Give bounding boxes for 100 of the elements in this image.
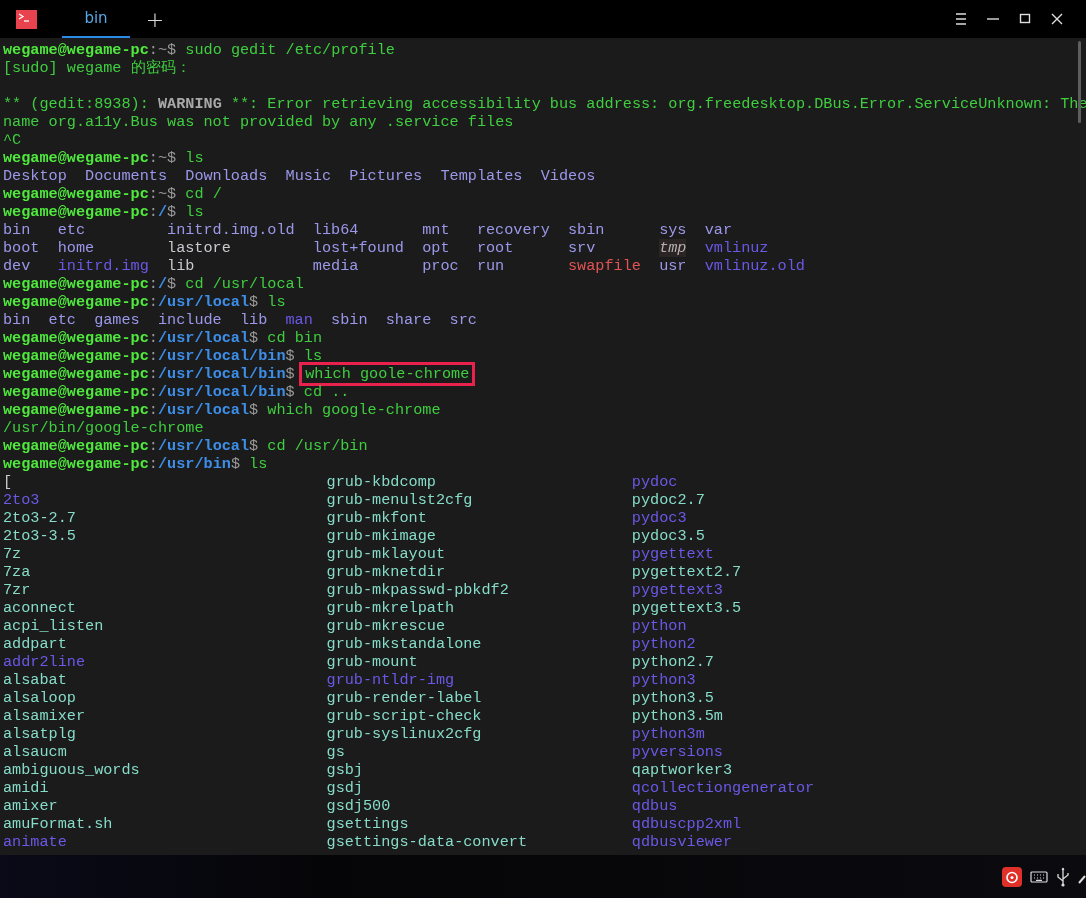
command-text: cd .. bbox=[303, 383, 350, 401]
file-name: [ bbox=[3, 473, 13, 491]
prompt-user: wegame@wegame-pc bbox=[3, 329, 149, 347]
keyboard-icon[interactable] bbox=[1030, 869, 1048, 884]
file-name: lib bbox=[167, 257, 195, 275]
directory-name: boot bbox=[3, 239, 40, 257]
file-name: addpart bbox=[3, 635, 67, 653]
command-text: ls bbox=[249, 455, 268, 473]
prompt-user: wegame@wegame-pc bbox=[3, 185, 149, 203]
directory-name: initrd.img.old bbox=[167, 221, 295, 239]
file-name: amidi bbox=[3, 779, 49, 797]
prompt-user: wegame@wegame-pc bbox=[3, 203, 149, 221]
link-name: pygettext3 bbox=[631, 581, 723, 599]
file-name: grub-mount bbox=[326, 653, 418, 671]
file-name: aconnect bbox=[3, 599, 76, 617]
file-name: qaptworker3 bbox=[631, 761, 733, 779]
prompt-path: /usr/local bbox=[157, 293, 250, 311]
file-name: lastore bbox=[167, 239, 231, 257]
directory-name: lib bbox=[239, 311, 268, 329]
directory-name: bin bbox=[3, 311, 31, 329]
directory-name: opt bbox=[422, 239, 450, 257]
link-name: qdbus bbox=[631, 797, 678, 815]
file-name: gsdj bbox=[326, 779, 363, 797]
directory-name: Pictures bbox=[349, 167, 423, 185]
prompt-separator: : bbox=[148, 365, 158, 383]
prompt-separator: $ bbox=[285, 347, 295, 365]
prompt-user: wegame@wegame-pc bbox=[3, 383, 149, 401]
output-text: ** (gedit:8938): bbox=[3, 95, 150, 113]
prompt-path: ~ bbox=[157, 149, 168, 167]
file-name: grub-mkrelpath bbox=[326, 599, 455, 617]
link-name: man bbox=[285, 311, 313, 329]
link-name: grub-ntldr-img bbox=[326, 671, 455, 689]
file-name: grub-mknetdir bbox=[326, 563, 445, 581]
directory-name: media bbox=[312, 257, 359, 275]
file-name: alsaloop bbox=[3, 689, 76, 707]
music-app-icon[interactable] bbox=[1002, 866, 1022, 887]
file-name: gsettings-data-convert bbox=[326, 833, 528, 851]
file-name: 7za bbox=[3, 563, 31, 581]
prompt-user: wegame@wegame-pc bbox=[3, 347, 149, 365]
link-name: qcollectiongenerator bbox=[631, 779, 815, 797]
link-name: python2 bbox=[631, 635, 696, 653]
directory-name: Music bbox=[285, 167, 332, 185]
directory-name: etc bbox=[48, 311, 76, 329]
file-name: grub-script-check bbox=[326, 707, 482, 725]
command-text: cd /usr/bin bbox=[267, 437, 368, 455]
file-name: pydoc3.5 bbox=[631, 527, 705, 545]
command-text: ls bbox=[185, 149, 204, 167]
directory-name: etc bbox=[57, 221, 85, 239]
command-text: cd bin bbox=[267, 329, 322, 347]
link-name: addr2line bbox=[3, 653, 86, 671]
directory-name: var bbox=[704, 221, 733, 239]
file-name: python3.5m bbox=[631, 707, 723, 725]
prompt-separator: $ bbox=[167, 41, 177, 59]
directory-name: sbin bbox=[568, 221, 605, 239]
prompt-separator: $ bbox=[249, 329, 259, 347]
directory-name: lib64 bbox=[312, 221, 359, 239]
prompt-separator: $ bbox=[285, 365, 295, 383]
directory-name: proc bbox=[422, 257, 459, 275]
directory-name: Documents bbox=[85, 167, 168, 185]
directory-name: lost+found bbox=[312, 239, 404, 257]
directory-name: Downloads bbox=[185, 167, 268, 185]
file-name: gsdj500 bbox=[326, 797, 391, 815]
new-tab-button[interactable]: + bbox=[130, 0, 180, 38]
file-name: 7zr bbox=[3, 581, 31, 599]
prompt-path: /usr/bin bbox=[157, 455, 231, 473]
directory-name: srv bbox=[568, 239, 596, 257]
link-name: initrd.img bbox=[57, 257, 149, 275]
prompt-separator: : bbox=[148, 203, 158, 221]
directory-name: Desktop bbox=[3, 167, 67, 185]
prompt-separator: : bbox=[148, 455, 158, 473]
prompt-separator: : bbox=[148, 185, 158, 203]
link-name: pydoc bbox=[631, 473, 678, 491]
file-name: alsaucm bbox=[3, 743, 67, 761]
directory-name: usr bbox=[659, 257, 687, 275]
prompt-separator: $ bbox=[167, 185, 177, 203]
directory-name: share bbox=[385, 311, 432, 329]
file-name: amixer bbox=[3, 797, 58, 815]
prompt-path: /usr/local/bin bbox=[157, 347, 286, 365]
file-name: gsbj bbox=[326, 761, 363, 779]
directory-name: mnt bbox=[422, 221, 450, 239]
prompt-separator: $ bbox=[285, 383, 295, 401]
prompt-path: /usr/local bbox=[157, 437, 250, 455]
prompt-user: wegame@wegame-pc bbox=[3, 437, 149, 455]
link-name: qdbuscpp2xml bbox=[631, 815, 742, 833]
directory-name: include bbox=[157, 311, 222, 329]
prompt-separator: $ bbox=[249, 437, 259, 455]
command-text: ls bbox=[267, 293, 286, 311]
link-name: pygettext bbox=[631, 545, 714, 563]
prompt-path: /usr/local bbox=[157, 329, 250, 347]
link-name: pyversions bbox=[631, 743, 723, 761]
directory-name: sbin bbox=[331, 311, 368, 329]
link-name: qdbusviewer bbox=[631, 833, 733, 851]
prompt-path: / bbox=[157, 275, 168, 293]
prompt-separator: : bbox=[148, 347, 158, 365]
usb-icon[interactable] bbox=[1056, 866, 1070, 887]
link-name: 2to3 bbox=[3, 491, 40, 509]
file-name: grub-mkimage bbox=[326, 527, 436, 545]
file-name: grub-menulst2cfg bbox=[326, 491, 473, 509]
directory-name: sys bbox=[659, 221, 687, 239]
file-name: amuFormat.sh bbox=[3, 815, 113, 833]
